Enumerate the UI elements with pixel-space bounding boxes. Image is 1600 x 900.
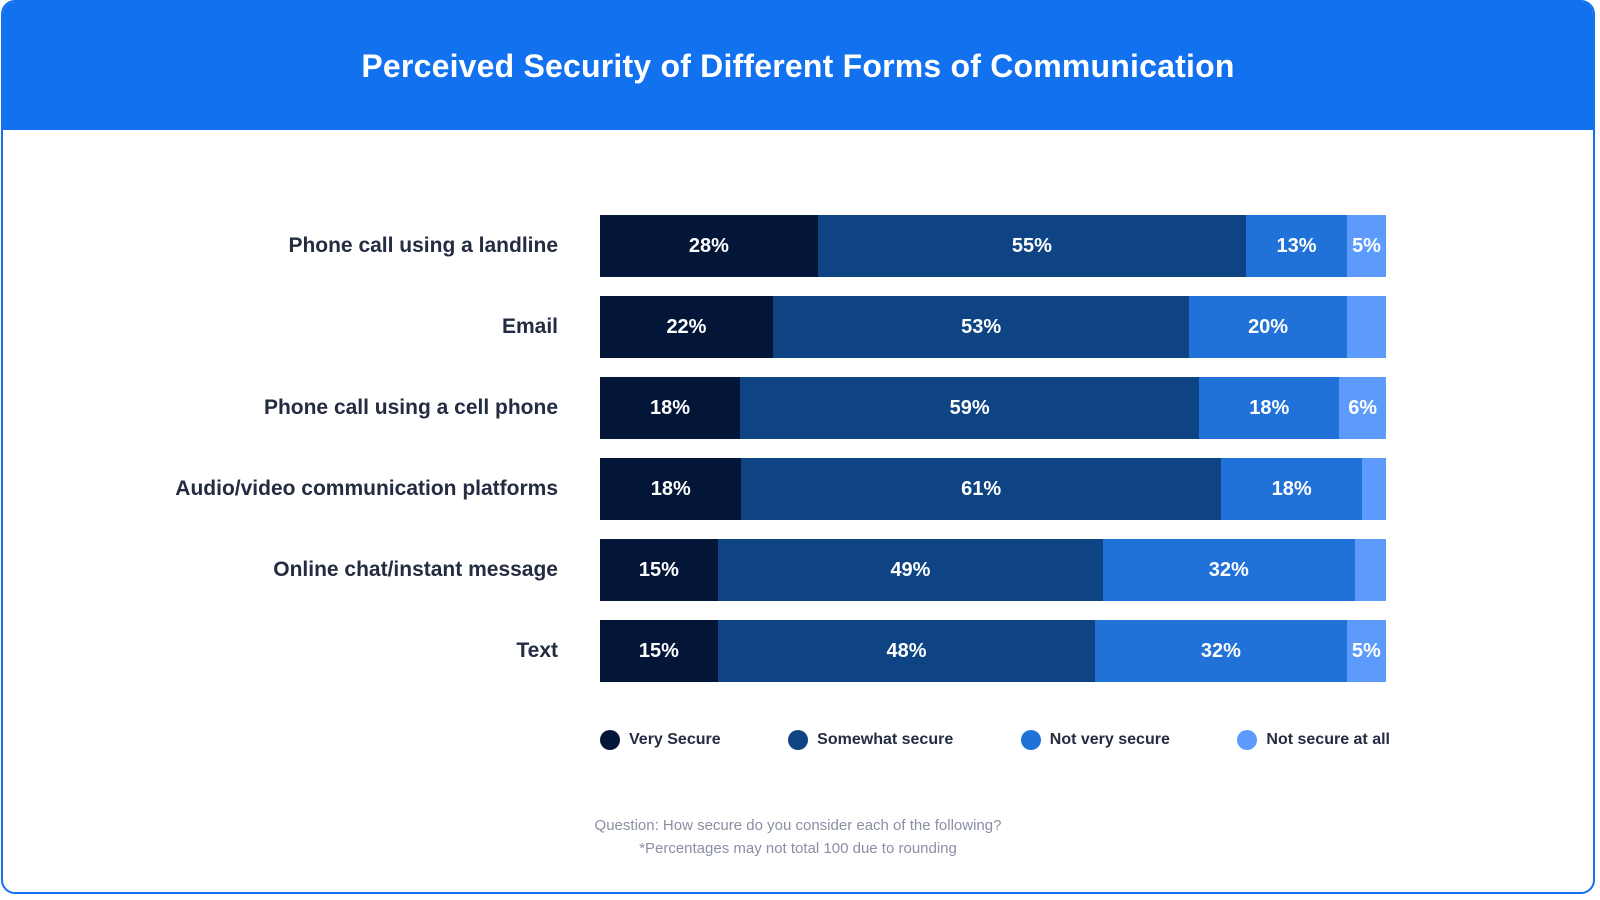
bar-segment: 5% (1347, 215, 1386, 277)
bar-segment: 18% (600, 458, 742, 520)
chart-footnote: Question: How secure do you consider eac… (3, 814, 1593, 860)
chart-header: Perceived Security of Different Forms of… (3, 2, 1593, 130)
legend-item[interactable]: Somewhat secure (788, 730, 953, 750)
category-label: Phone call using a landline (288, 234, 558, 257)
stacked-bar: 15% 48% 32% 5% (600, 620, 1386, 682)
bar-segment: 18% (1220, 458, 1363, 520)
segment-value-label: 13% (1276, 234, 1317, 257)
category-label: Phone call using a cell phone (263, 396, 558, 419)
bar-segment (1362, 458, 1386, 520)
footnote-rounding-note: *Percentages may not total 100 due to ro… (639, 840, 957, 857)
bar-segment: 59% (740, 377, 1200, 439)
chart-row: Audio/video communication platforms 18% 61… (3, 458, 1593, 520)
bar-segment: 55% (817, 215, 1246, 277)
segment-value-label: 15% (638, 558, 679, 581)
footnote-question: Question: How secure do you consider eac… (594, 817, 1002, 834)
segment-value-label: 32% (1208, 558, 1249, 581)
bar-segment: 53% (772, 296, 1190, 358)
bar-segment: 28% (600, 215, 818, 277)
legend-label: Not secure at all (1266, 731, 1390, 748)
chart-legend: Very Secure Somewhat secure Not very secur… (600, 730, 1390, 750)
legend-item[interactable]: Very Secure (600, 730, 721, 750)
bar-segment: 20% (1189, 296, 1347, 358)
page-title: Perceived Security of Different Forms of… (361, 47, 1235, 84)
segment-value-label: 18% (1271, 477, 1312, 500)
segment-value-label: 55% (1011, 234, 1052, 257)
segment-value-label: 49% (890, 558, 931, 581)
segment-value-label: 18% (650, 477, 691, 500)
stacked-bar-rows: Phone call using a landline 28% 55% 13% 5% Em… (3, 215, 1593, 701)
segment-value-label: 53% (961, 315, 1002, 338)
category-label: Email (501, 315, 558, 338)
legend-label: Very Secure (629, 731, 721, 748)
legend-item[interactable]: Not secure at all (1237, 730, 1390, 750)
segment-value-label: 6% (1348, 396, 1378, 419)
segment-value-label: 5% (1351, 639, 1381, 662)
stacked-bar: 15% 49% 32% (600, 539, 1386, 601)
bar-segment: 5% (1346, 620, 1386, 682)
chart-row: Phone call using a cell phone 18% 59% 18% 6% (3, 377, 1593, 439)
segment-value-label: 61% (961, 477, 1002, 500)
bar-segment (1354, 539, 1386, 601)
legend-swatch-icon (1237, 730, 1258, 750)
segment-value-label: 5% (1352, 234, 1381, 257)
category-label: Text (516, 639, 558, 662)
chart-row: Text 15% 48% 32% 5% (3, 620, 1593, 682)
bar-segment: 18% (600, 377, 741, 439)
bar-segment: 32% (1103, 539, 1355, 601)
stacked-bar: 18% 59% 18% 6% (600, 377, 1386, 439)
segment-value-label: 18% (1249, 396, 1290, 419)
bar-segment (1346, 296, 1386, 358)
bar-segment: 22% (600, 296, 773, 358)
legend-swatch-icon (600, 730, 620, 750)
legend-swatch-icon (1020, 730, 1041, 750)
chart-plot-area: Phone call using a landline 28% 55% 13% 5% Em… (3, 130, 1593, 892)
segment-value-label: 20% (1248, 315, 1289, 338)
bar-segment: 48% (717, 620, 1096, 682)
segment-value-label: 15% (638, 639, 679, 662)
bar-segment: 13% (1245, 215, 1348, 277)
segment-value-label: 18% (650, 396, 691, 419)
chart-row: Email 22% 53% 20% (3, 296, 1593, 358)
bar-segment: 49% (717, 539, 1104, 601)
bar-segment: 18% (1199, 377, 1340, 439)
segment-value-label: 32% (1200, 639, 1241, 662)
segment-value-label: 59% (949, 396, 990, 419)
segment-value-label: 22% (666, 315, 707, 338)
category-label: Audio/video communication platforms (175, 477, 558, 500)
chart-card: Perceived Security of Different Forms of… (1, 0, 1595, 894)
legend-label: Not very secure (1049, 731, 1170, 748)
bar-segment: 32% (1095, 620, 1347, 682)
legend-item[interactable]: Not very secure (1020, 730, 1170, 750)
chart-row: Online chat/instant message 15% 49% 32% (3, 539, 1593, 601)
segment-value-label: 48% (886, 639, 927, 662)
legend-label: Somewhat secure (817, 731, 954, 748)
chart-row: Phone call using a landline 28% 55% 13% 5% (3, 215, 1593, 277)
stacked-bar: 22% 53% 20% (600, 296, 1386, 358)
legend-swatch-icon (788, 730, 809, 750)
stacked-bar: 18% 61% 18% (600, 458, 1386, 520)
segment-value-label: 28% (688, 234, 729, 257)
stacked-bar: 28% 55% 13% 5% (600, 215, 1386, 277)
bar-segment: 15% (600, 620, 718, 682)
bar-segment: 6% (1339, 377, 1386, 439)
bar-segment: 15% (600, 539, 718, 601)
category-label: Online chat/instant message (273, 558, 558, 581)
bar-segment: 61% (741, 458, 1221, 520)
